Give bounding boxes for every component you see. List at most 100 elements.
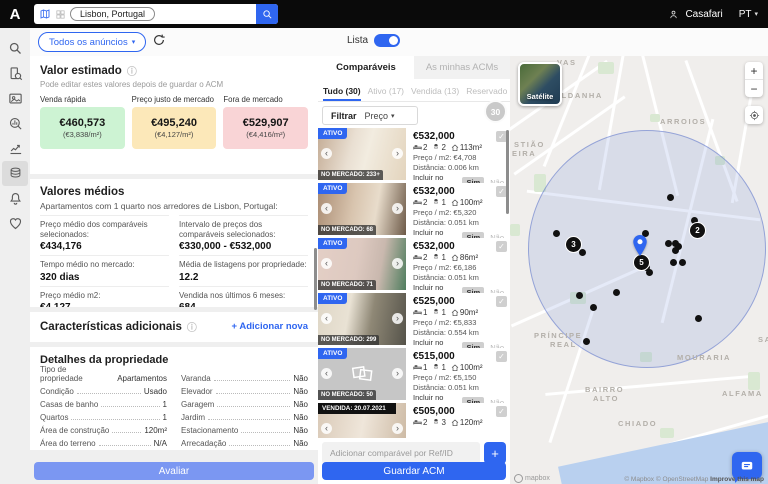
select-checkbox[interactable]: ✓ bbox=[496, 296, 507, 307]
listing-marker[interactable] bbox=[579, 249, 586, 256]
carousel-prev-icon[interactable]: ‹ bbox=[321, 258, 332, 269]
listing-marker[interactable] bbox=[695, 315, 702, 322]
add-comparable-button[interactable]: + bbox=[484, 442, 506, 464]
subject-property-pin[interactable] bbox=[631, 234, 649, 257]
casafari-logo[interactable]: A bbox=[0, 0, 30, 28]
carousel-next-icon[interactable]: › bbox=[392, 203, 403, 214]
listing-marker[interactable] bbox=[667, 194, 674, 201]
info-icon[interactable]: ⓘ bbox=[187, 319, 197, 334]
notifications-bell-icon[interactable] bbox=[2, 186, 28, 211]
search-icon[interactable] bbox=[2, 36, 28, 61]
stat-sold-6-months: Vendida nos últimos 6 meses: 684 bbox=[179, 286, 308, 308]
carousel-next-icon[interactable]: › bbox=[392, 313, 403, 324]
listing-photo: ATIVO NO MERCADO: 68 ‹ › bbox=[318, 183, 406, 235]
status-badge: VENDIDA: 20.07.2021 bbox=[318, 403, 396, 414]
language-selector[interactable]: PT ▾ bbox=[739, 9, 758, 20]
comparable-card[interactable]: ATIVO NO MERCADO: 71 ‹ › €532,000 ✓ 2 1 … bbox=[318, 238, 510, 290]
tab-minhas-acms[interactable]: As minhas ACMs bbox=[414, 56, 510, 79]
mapbox-attribution[interactable]: © Mapbox bbox=[624, 476, 654, 483]
detail-row: Área do terrenoN/A bbox=[40, 435, 167, 448]
listing-marker[interactable] bbox=[590, 304, 597, 311]
map-search-icon[interactable] bbox=[39, 8, 51, 20]
carousel-next-icon[interactable]: › bbox=[392, 423, 403, 434]
property-search-icon[interactable] bbox=[2, 61, 28, 86]
carousel-next-icon[interactable]: › bbox=[392, 368, 403, 379]
media-icon[interactable] bbox=[2, 86, 28, 111]
grid-view-icon[interactable] bbox=[55, 9, 66, 20]
listing-marker[interactable] bbox=[672, 247, 679, 254]
refresh-icon[interactable] bbox=[152, 33, 166, 47]
listing-marker[interactable] bbox=[670, 259, 677, 266]
carousel-next-icon[interactable]: › bbox=[392, 148, 403, 159]
sort-dropdown[interactable]: Preço ▾ bbox=[365, 111, 395, 121]
zoom-in-button[interactable]: + bbox=[745, 62, 763, 79]
satellite-layer-button[interactable]: Satélite bbox=[518, 62, 562, 106]
subtab-vendida[interactable]: Vendida (13) bbox=[411, 86, 459, 101]
add-feature-link[interactable]: + Adicionar nova bbox=[232, 321, 308, 332]
info-icon[interactable]: ⓘ bbox=[127, 63, 137, 78]
zoom-out-button[interactable]: − bbox=[745, 79, 763, 97]
bath-icon bbox=[432, 144, 440, 152]
listing-price: €532,000 bbox=[413, 241, 506, 252]
filter-label[interactable]: Filtrar bbox=[331, 111, 357, 121]
list-scrollbar[interactable] bbox=[506, 130, 509, 214]
carousel-prev-icon[interactable]: ‹ bbox=[321, 313, 332, 324]
left-panel-scrollbar[interactable] bbox=[314, 248, 317, 310]
marker-cluster[interactable]: 2 bbox=[689, 222, 706, 239]
search-bar[interactable]: Lisbon, Portugal bbox=[34, 4, 278, 24]
carousel-prev-icon[interactable]: ‹ bbox=[321, 423, 332, 434]
geolocate-button[interactable] bbox=[745, 106, 763, 124]
comparable-card[interactable]: ATIVO NO MERCADO: 68 ‹ › €532,000 ✓ 2 1 … bbox=[318, 183, 510, 235]
listing-photo: ATIVO NO MERCADO: 71 ‹ › bbox=[318, 238, 406, 290]
valuation-panel: Valor estimado ⓘ Pode editar estes valor… bbox=[30, 56, 318, 484]
marker-cluster[interactable]: 3 bbox=[565, 236, 582, 253]
favorites-heart-icon[interactable] bbox=[2, 211, 28, 236]
chat-button[interactable] bbox=[732, 452, 762, 479]
listing-marker[interactable] bbox=[679, 259, 686, 266]
comparable-card[interactable]: VENDIDA: 20.07.2021 ‹ › €505,000 ✓ 2 3 1… bbox=[318, 403, 510, 438]
market-analysis-icon[interactable] bbox=[2, 111, 28, 136]
caret-down-icon: ▾ bbox=[754, 10, 758, 18]
comparable-card[interactable]: ATIVO NO MERCADO: 299 ‹ › €525,000 ✓ 1 1… bbox=[318, 293, 510, 345]
valuation-icon[interactable] bbox=[2, 161, 28, 186]
map[interactable]: VAS SALDANHA ARROIOS STIÃO EIRA PRÍNCIPE… bbox=[510, 56, 768, 484]
stats-icon[interactable] bbox=[2, 136, 28, 161]
comparable-card[interactable]: ATIVO NO MERCADO: 50 ‹ › €515,000 ✓ 1 1 … bbox=[318, 348, 510, 400]
comparable-card[interactable]: ATIVO NO MERCADO: 233+ ‹ › €532,000 ✓ 2 … bbox=[318, 128, 510, 180]
comparables-list[interactable]: ATIVO NO MERCADO: 233+ ‹ › €532,000 ✓ 2 … bbox=[318, 128, 510, 438]
select-checkbox[interactable]: ✓ bbox=[496, 351, 507, 362]
listing-price: €532,000 bbox=[413, 186, 506, 197]
listing-marker[interactable] bbox=[553, 230, 560, 237]
carousel-prev-icon[interactable]: ‹ bbox=[321, 368, 332, 379]
improve-map-link[interactable]: Improve this map bbox=[710, 476, 764, 483]
listing-marker[interactable] bbox=[576, 292, 583, 299]
subtab-tudo[interactable]: Tudo (30) bbox=[323, 86, 361, 101]
additional-features-title: Características adicionais bbox=[40, 321, 182, 333]
subtab-ativo[interactable]: Ativo (17) bbox=[368, 86, 404, 101]
listing-marker[interactable] bbox=[665, 240, 672, 247]
select-checkbox[interactable]: ✓ bbox=[496, 241, 507, 252]
bed-icon bbox=[413, 308, 422, 317]
osm-attribution[interactable]: © OpenStreetMap bbox=[656, 476, 708, 483]
all-listings-dropdown[interactable]: Todos os anúncios ▾ bbox=[38, 32, 146, 52]
location-chip[interactable]: Lisbon, Portugal bbox=[70, 7, 155, 21]
save-acm-button[interactable]: Guardar ACM bbox=[322, 462, 506, 480]
fair-price-label: Preço justo de mercado bbox=[132, 95, 217, 104]
evaluate-button[interactable]: Avaliar bbox=[34, 462, 314, 480]
quick-sale-label: Venda rápida bbox=[40, 95, 125, 104]
carousel-prev-icon[interactable]: ‹ bbox=[321, 148, 332, 159]
carousel-prev-icon[interactable]: ‹ bbox=[321, 203, 332, 214]
lista-toggle[interactable] bbox=[374, 34, 400, 47]
user-name[interactable]: Casafari bbox=[685, 9, 722, 20]
select-checkbox[interactable]: ✓ bbox=[496, 406, 507, 417]
listing-marker[interactable] bbox=[613, 289, 620, 296]
add-comparable-input[interactable] bbox=[322, 442, 480, 464]
tab-comparaveis[interactable]: Comparáveis bbox=[318, 56, 414, 79]
filter-control[interactable]: Filtrar Preço ▾ bbox=[322, 106, 418, 125]
listing-marker[interactable] bbox=[646, 269, 653, 276]
listing-marker[interactable] bbox=[583, 338, 590, 345]
detail-row: EstacionamentoNão bbox=[181, 422, 308, 435]
district-label-bairro-alto: BAIRRO bbox=[585, 385, 624, 394]
search-button[interactable] bbox=[256, 4, 278, 24]
carousel-next-icon[interactable]: › bbox=[392, 258, 403, 269]
